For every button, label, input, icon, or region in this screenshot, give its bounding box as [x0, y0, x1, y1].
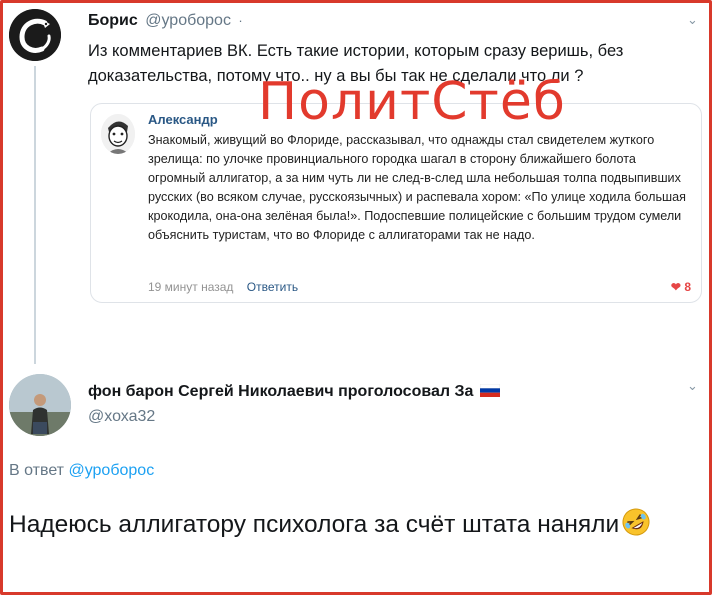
- tweet-text-2: Надеюсь аллигатору психолога за счёт шта…: [9, 506, 699, 544]
- comment-time: 19 минут назад: [148, 280, 234, 294]
- reply-context: В ответ @уроборос: [9, 462, 154, 480]
- watermark-text: ПолитСтёб: [258, 72, 566, 132]
- like-counter[interactable]: ❤ 8: [671, 280, 691, 294]
- author-name[interactable]: Борис: [88, 12, 138, 29]
- chevron-down-icon-2[interactable]: ⌄: [687, 378, 698, 394]
- tweet-text-2-body: Надеюсь аллигатору психолога за счёт шта…: [9, 511, 620, 538]
- russia-flag-icon: [479, 384, 500, 397]
- like-count: 8: [684, 280, 691, 294]
- author-name-2[interactable]: фон барон Сергей Николаевич проголосовал…: [88, 383, 473, 400]
- person-photo-icon: [9, 374, 71, 436]
- cartoon-face-icon: [101, 114, 135, 154]
- comment-text: Знакомый, живущий во Флориде, рассказыва…: [148, 133, 686, 242]
- separator-dot: ·: [238, 13, 243, 28]
- author-handle-2[interactable]: @хоха32: [88, 408, 155, 426]
- quoted-vk-comment[interactable]: Александр Знакомый, живущий во Флориде, …: [90, 103, 702, 303]
- author-handle[interactable]: @уроборос: [145, 12, 231, 29]
- comment-meta: 19 минут назад Ответить: [148, 280, 298, 294]
- commenter-avatar[interactable]: [101, 114, 135, 154]
- reply-link[interactable]: Ответить: [247, 280, 298, 294]
- ouroboros-avatar[interactable]: [9, 9, 61, 61]
- rofl-emoji-icon: [622, 508, 650, 536]
- tweet-author-line[interactable]: Борис @уроборос ·: [88, 12, 243, 30]
- commenter-name[interactable]: Александр: [148, 112, 218, 127]
- chevron-down-icon[interactable]: ⌄: [687, 12, 698, 28]
- tweet-author-line-2[interactable]: фон барон Сергей Николаевич проголосовал…: [88, 383, 500, 401]
- reply-prefix: В ответ: [9, 462, 65, 479]
- ouroboros-logo-icon: [9, 9, 61, 61]
- heart-icon: ❤: [670, 280, 681, 294]
- reply-handle-link[interactable]: @уроборос: [68, 462, 154, 479]
- user-avatar[interactable]: [9, 374, 71, 436]
- thread-line: [34, 66, 36, 364]
